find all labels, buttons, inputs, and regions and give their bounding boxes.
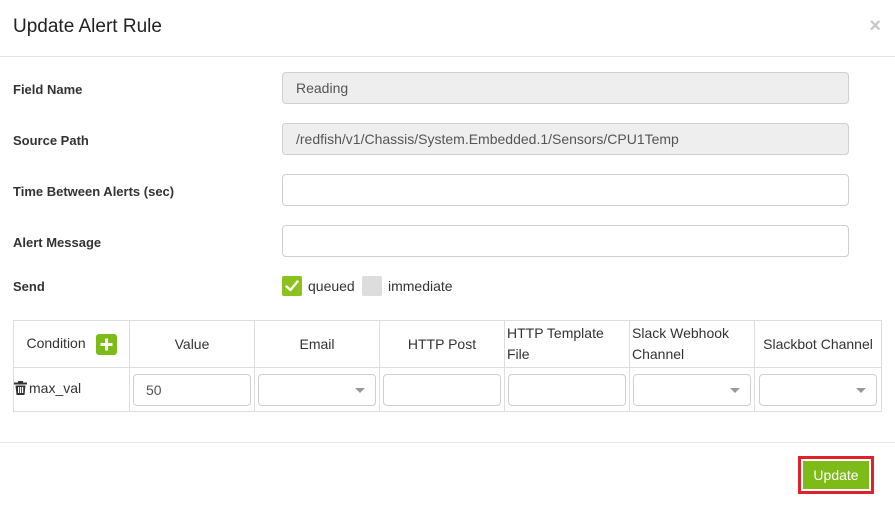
close-icon[interactable]: × (869, 14, 881, 38)
slackbot-channel-select[interactable] (759, 373, 877, 406)
condition-name: max_val (29, 379, 82, 396)
http-post-cell (379, 367, 505, 412)
condition-column-header: Condition (13, 320, 130, 368)
condition-cell: max_val (13, 367, 130, 412)
add-condition-button[interactable] (95, 333, 117, 355)
chevron-down-icon (355, 387, 365, 393)
http-post-input[interactable] (383, 373, 501, 406)
http-post-column-header: HTTP Post (379, 320, 505, 368)
chevron-down-icon (856, 387, 866, 393)
source-path-label: Source Path (13, 133, 89, 148)
value-input[interactable] (133, 373, 251, 406)
alert-message-input[interactable] (282, 225, 849, 257)
http-template-file-input[interactable] (508, 373, 626, 406)
http-template-file-cell (504, 367, 630, 412)
alert-message-label: Alert Message (13, 235, 102, 250)
plus-icon (100, 338, 113, 351)
http-template-file-column-header: HTTP Template File (504, 320, 630, 368)
email-column-header: Email (254, 320, 380, 368)
field-name-input[interactable] (282, 72, 849, 104)
send-label: Send (13, 279, 45, 294)
check-icon (285, 280, 299, 292)
table-row: max_val (13, 367, 882, 412)
dialog-header: Update Alert Rule × (0, 0, 895, 57)
time-between-alerts-input[interactable] (282, 174, 849, 206)
slack-webhook-channel-column-header: Slack Webhook Channel (629, 320, 755, 368)
table-header-row: Condition Value Email HTTP Post HTTP Tem… (13, 320, 882, 368)
chevron-down-icon (730, 387, 740, 393)
update-button[interactable]: Update (803, 461, 869, 489)
queued-checkbox[interactable] (282, 276, 302, 296)
time-between-alerts-label: Time Between Alerts (sec) (13, 184, 175, 199)
conditions-table: Condition Value Email HTTP Post HTTP Tem… (13, 320, 882, 412)
value-cell (129, 367, 255, 412)
slack-webhook-channel-cell (629, 367, 755, 412)
value-column-header: Value (129, 320, 255, 368)
update-alert-rule-dialog: Update Alert Rule × Field Name Source Pa… (0, 0, 895, 506)
queued-label: queued (308, 278, 355, 294)
condition-header-label: Condition (26, 335, 86, 352)
email-cell (254, 367, 380, 412)
slackbot-channel-column-header: Slackbot Channel (754, 320, 882, 368)
immediate-label: immediate (388, 278, 453, 294)
slack-webhook-channel-select[interactable] (633, 373, 751, 406)
immediate-checkbox[interactable] (362, 276, 382, 296)
source-path-input[interactable] (282, 123, 849, 155)
dialog-footer (0, 442, 895, 507)
dialog-title: Update Alert Rule (13, 16, 162, 37)
field-name-label: Field Name (13, 82, 83, 97)
email-select[interactable] (258, 373, 376, 406)
trash-icon[interactable] (14, 380, 27, 400)
slackbot-channel-cell (754, 367, 882, 412)
update-button-highlight: Update (798, 456, 874, 494)
